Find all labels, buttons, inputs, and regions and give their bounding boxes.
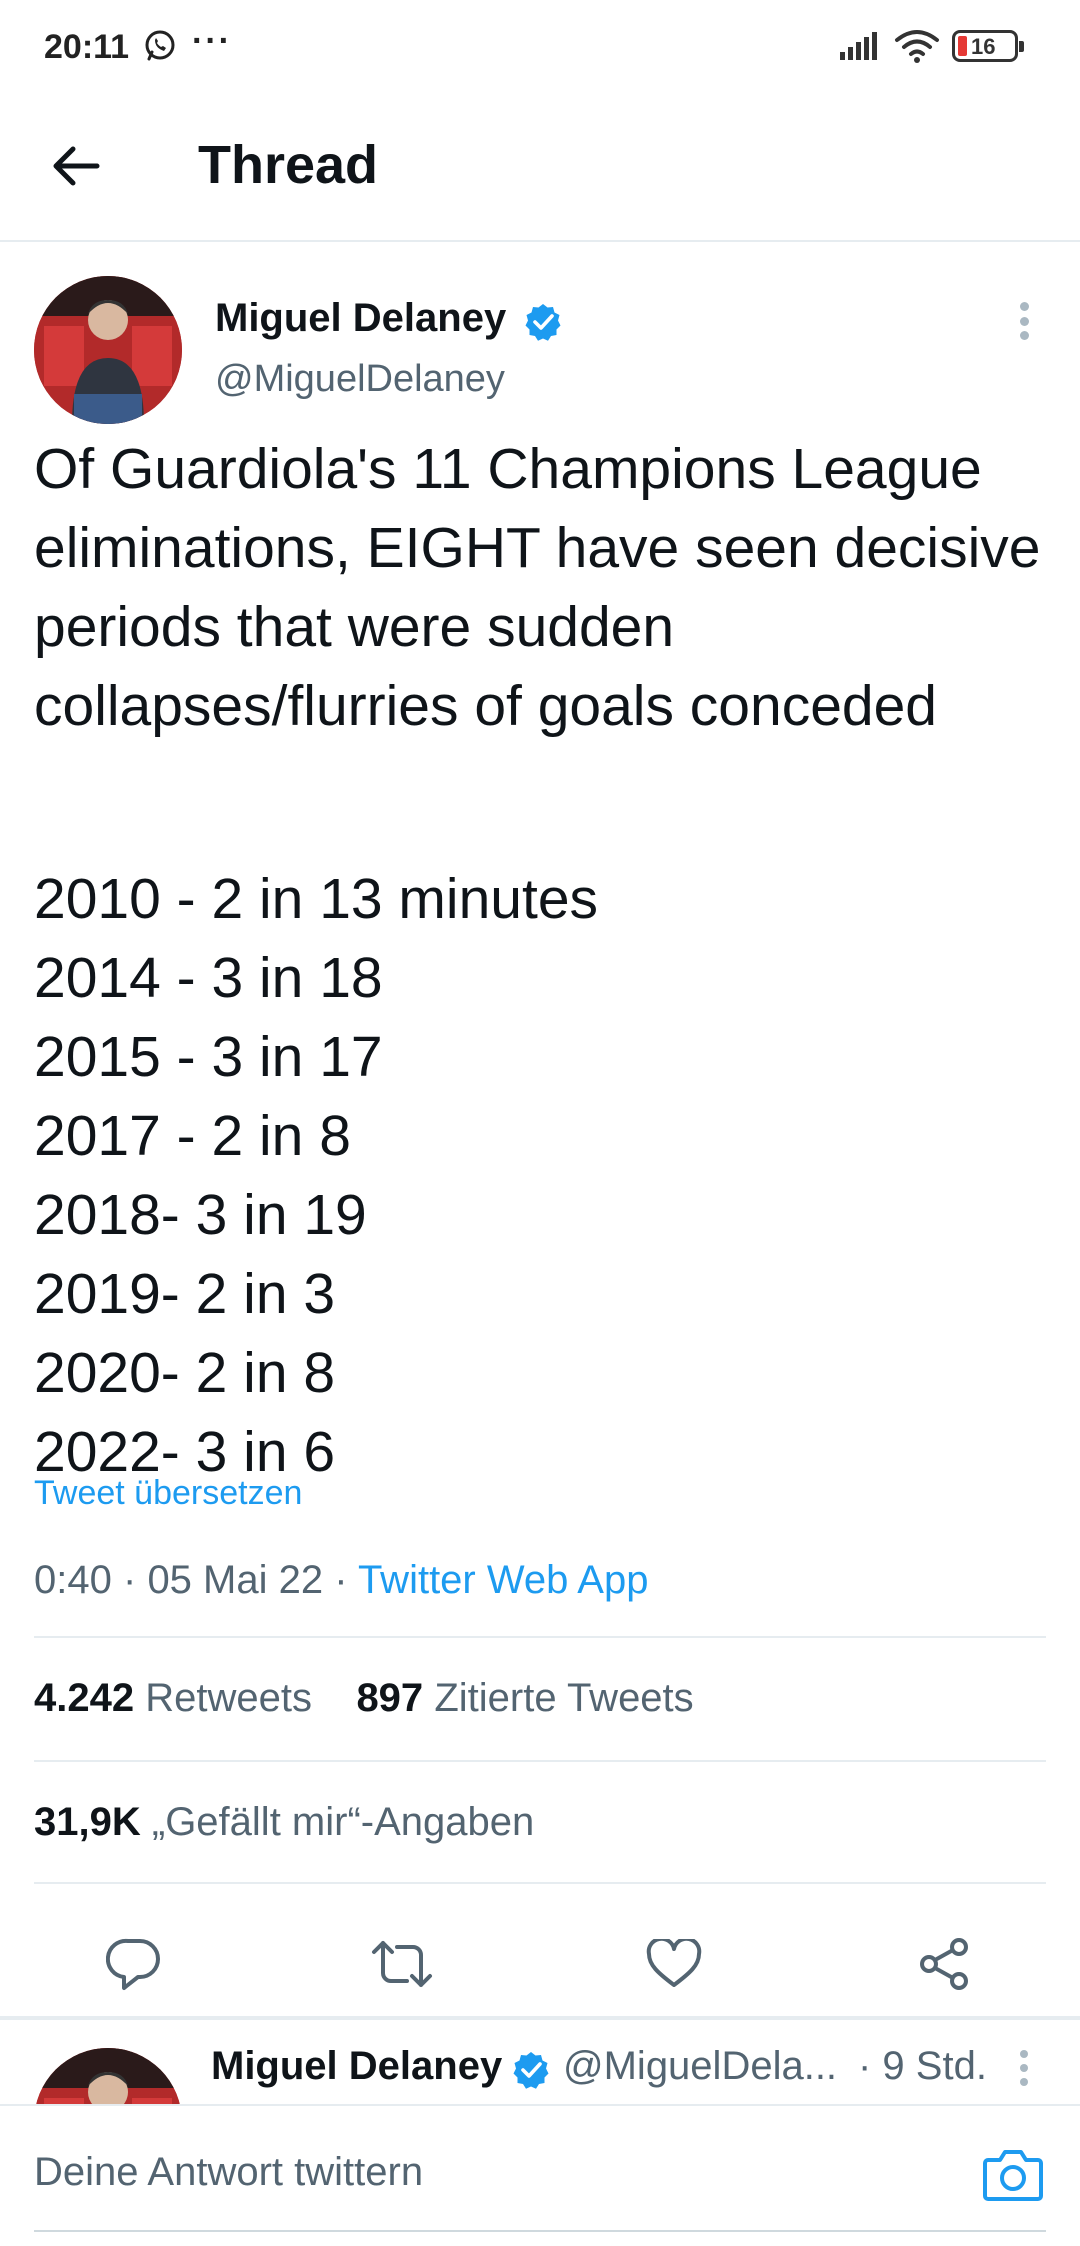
likes-label: „Gefällt mir“-Angaben [151, 1800, 535, 1844]
thread-header: Thread [0, 96, 1080, 242]
more-dot-icon [1020, 2078, 1028, 2086]
compose-underline [34, 2230, 1046, 2232]
like-icon [646, 1939, 702, 1987]
battery-level: 16 [971, 34, 996, 59]
tweet-stat-line: 2018- 3 in 19 [34, 1183, 367, 1247]
divider [34, 1760, 1046, 1762]
more-dot-icon [1020, 2064, 1028, 2072]
meta-separator: · [334, 1558, 348, 1602]
reply-author-handle[interactable]: @MiguelDela... [563, 2044, 837, 2089]
reply-more-options-button[interactable] [1004, 2046, 1044, 2090]
divider [34, 1882, 1046, 1884]
likes-count-link[interactable]: 31,9K „Gefällt mir“-Angaben [34, 1800, 534, 1845]
divider [0, 2016, 1080, 2020]
tweet-stat-line: 2019- 2 in 3 [34, 1262, 336, 1326]
tweet-stat-line: 2010 - 2 in 13 minutes [34, 867, 599, 931]
verified-badge-icon [511, 2050, 551, 2090]
more-options-button[interactable] [1004, 296, 1044, 346]
tweet-date: 05 Mai 22 [147, 1558, 324, 1602]
retweet-icon [372, 1941, 432, 1987]
tweet-stat-line: 2014 - 3 in 18 [34, 946, 383, 1010]
author-handle[interactable]: @MiguelDelaney [215, 358, 505, 401]
retweet-button[interactable] [370, 1932, 434, 1996]
more-dot-icon [1019, 316, 1029, 326]
divider [34, 1636, 1046, 1638]
status-bar: 20:11 ··· 16 [0, 0, 1080, 96]
whatsapp-icon [142, 28, 178, 69]
share-button[interactable] [912, 1932, 976, 1996]
camera-icon [983, 2150, 1043, 2201]
retweets-label: Retweets [145, 1676, 312, 1720]
avatar[interactable] [34, 276, 182, 424]
page-title: Thread [198, 135, 379, 195]
back-button[interactable] [44, 134, 108, 198]
quotes-label: Zitierte Tweets [434, 1676, 694, 1720]
reply-author-name[interactable]: Miguel Delaney [211, 2044, 502, 2089]
tweet-actions-bar [0, 1912, 1080, 2016]
likes-count: 31,9K [34, 1800, 141, 1844]
reply-input[interactable]: Deine Antwort twittern [34, 2150, 423, 2195]
verified-badge-icon [523, 302, 563, 342]
tweet-stats-list: 2010 - 2 in 13 minutes 2014 - 3 in 18 20… [34, 860, 1034, 1492]
author-name[interactable]: Miguel Delaney [215, 296, 506, 341]
engagement-counts: 4.242 Retweets 897 Zitierte Tweets [34, 1676, 694, 1721]
reply-icon [106, 1938, 160, 1990]
more-dot-icon [1019, 302, 1029, 311]
quotes-count: 897 [356, 1676, 424, 1720]
retweets-count-link[interactable]: 4.242 Retweets [34, 1676, 312, 1720]
tweet-time: 0:40 [34, 1558, 112, 1602]
translate-tweet-link[interactable]: Tweet übersetzen [34, 1474, 302, 1513]
reply-time: · 9 Std. [858, 2044, 987, 2088]
more-dot-icon [1020, 2050, 1028, 2058]
tweet-stat-line: 2015 - 3 in 17 [34, 1025, 383, 1089]
arrow-left-icon [53, 146, 100, 186]
tweet-text: Of Guardiola's 11 Champions League elimi… [34, 437, 1041, 738]
status-time: 20:11 [44, 28, 130, 66]
signal-icon [838, 30, 882, 67]
notification-dots: ··· [192, 22, 232, 60]
tweet-stat-line: 2017 - 2 in 8 [34, 1104, 351, 1168]
tweet-meta: 0:40 · 05 Mai 22 · Twitter Web App [34, 1558, 648, 1603]
like-button[interactable] [642, 1932, 706, 1996]
share-icon [920, 1938, 968, 1990]
tweet-source-link[interactable]: Twitter Web App [358, 1558, 649, 1602]
battery-icon: 16 [952, 30, 1024, 62]
reply-button[interactable] [102, 1932, 166, 1996]
more-dot-icon [1019, 331, 1029, 340]
quotes-count-link[interactable]: 897 Zitierte Tweets [356, 1676, 693, 1720]
reply-compose-bar: Deine Antwort twittern [0, 2104, 1080, 2246]
camera-button[interactable] [982, 2146, 1044, 2202]
tweet-stat-line: 2020- 2 in 8 [34, 1341, 336, 1405]
wifi-icon [894, 28, 940, 69]
retweets-count: 4.242 [34, 1676, 135, 1720]
meta-separator: · [122, 1558, 137, 1602]
